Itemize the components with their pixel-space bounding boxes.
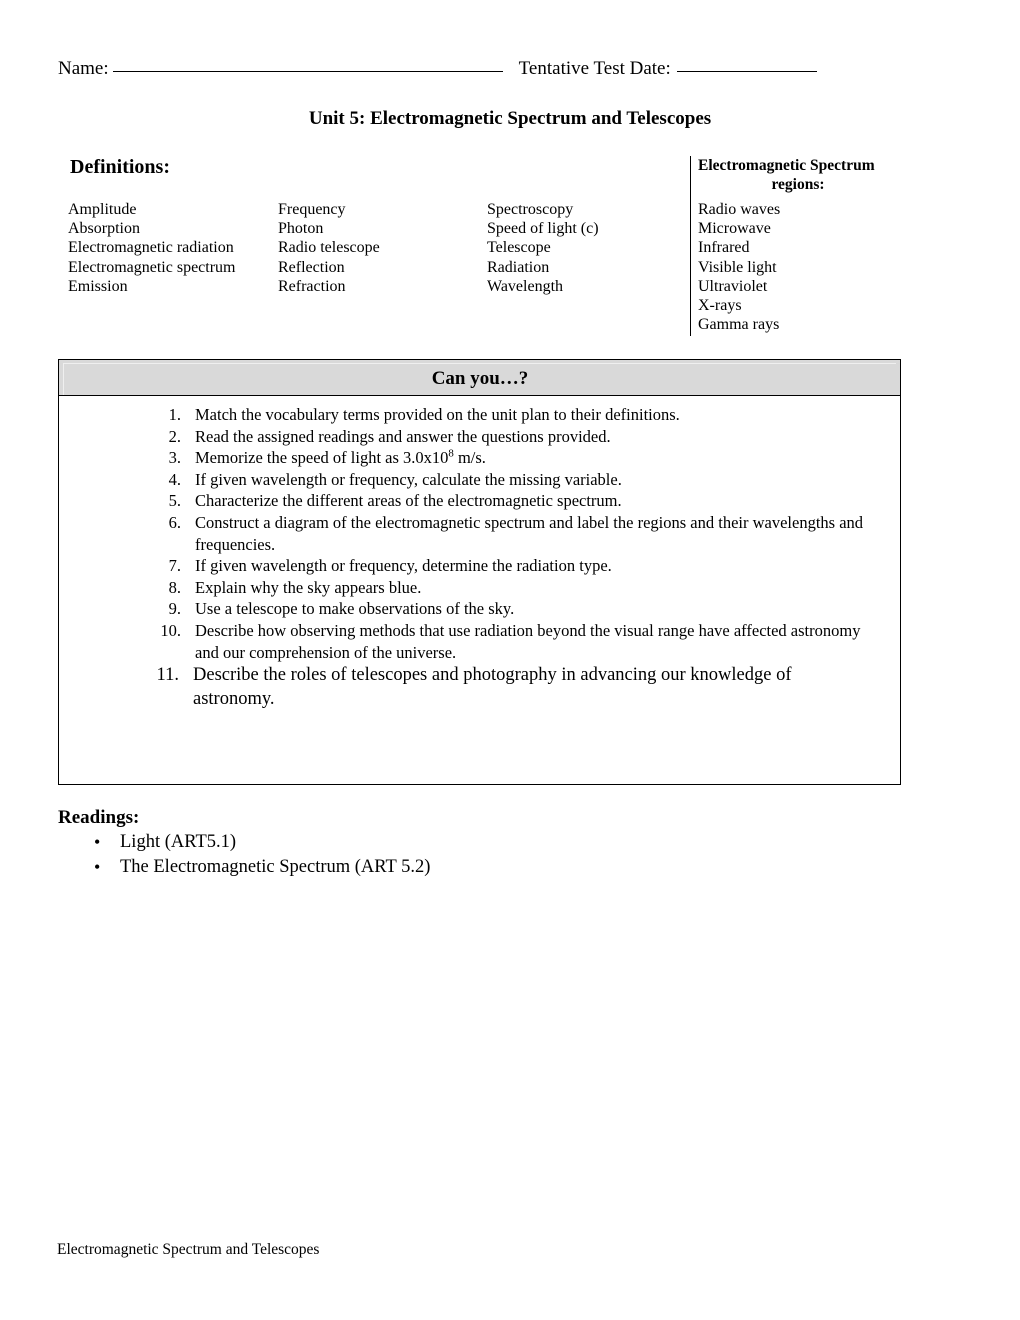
definition-term: Electromagnetic spectrum xyxy=(68,258,236,276)
can-you-box: Can you…? 1. Match the vocabulary terms … xyxy=(58,359,901,785)
definition-term: Speed of light (c) xyxy=(487,220,599,238)
task-text: Construct a diagram of the electromagnet… xyxy=(195,512,864,554)
definition-term: Wavelength xyxy=(487,277,564,295)
task-number: 11. xyxy=(156,665,179,686)
definition-term: Electromagnetic radiation xyxy=(68,239,234,257)
name-and-date-row: Name: Tentative Test Date: xyxy=(58,58,918,80)
can-you-title: Can you…? xyxy=(431,367,529,389)
task-number: 4. xyxy=(168,469,181,489)
task-text: Match the vocabulary terms provided on t… xyxy=(195,405,680,424)
list-item: • The Electromagnetic Spectrum (ART 5.2) xyxy=(58,855,658,880)
em-regions-heading-line2: regions: xyxy=(771,175,825,193)
reading-label: The Electromagnetic Spectrum (ART 5.2) xyxy=(120,856,431,877)
definition-term: Telescope xyxy=(487,239,551,257)
task-item: 7. If given wavelength or frequency, det… xyxy=(59,555,900,577)
task-number: 3. xyxy=(168,448,181,468)
definition-term: Reflection xyxy=(278,258,345,276)
can-you-header: Can you…? xyxy=(59,360,900,396)
task-number: 10. xyxy=(160,620,181,640)
definition-term: Refraction xyxy=(278,277,346,295)
em-region-item: Infrared xyxy=(698,239,750,257)
definition-term: Amplitude xyxy=(68,201,137,218)
task-text-before: Memorize the speed of light as 3.0x10 xyxy=(195,448,449,468)
bullet-icon: • xyxy=(94,832,101,852)
em-region-item: Gamma rays xyxy=(698,316,780,334)
task-item: 6. Construct a diagram of the electromag… xyxy=(59,512,900,555)
definitions-heading: Definitions: xyxy=(70,156,170,178)
task-item: 11. Describe the roles of telescopes and… xyxy=(59,663,900,711)
em-region-item: Ultraviolet xyxy=(698,277,768,295)
task-text: Describe the roles of telescopes and pho… xyxy=(193,665,792,710)
task-text: Describe how observing methods that use … xyxy=(195,620,861,662)
task-text: Read the assigned readings and answer th… xyxy=(195,426,611,446)
readings-heading: Readings: xyxy=(58,807,140,828)
readings-list: • Light (ART5.1) • The Electromagnetic S… xyxy=(58,830,658,879)
test-date-blank-line[interactable] xyxy=(676,71,817,72)
definition-term: Spectroscopy xyxy=(487,201,574,218)
task-text: If given wavelength or frequency, determ… xyxy=(195,556,612,576)
task-item: 5. Characterize the different areas of t… xyxy=(59,490,900,512)
task-item: 8. Explain why the sky appears blue. xyxy=(59,577,900,599)
task-item: 9. Use a telescope to make observations … xyxy=(59,598,900,620)
can-you-header-inner: Can you…? xyxy=(63,363,896,395)
definition-term: Photon xyxy=(278,220,324,238)
bullet-icon: • xyxy=(94,856,101,877)
task-number: 8. xyxy=(168,577,181,597)
test-date-label: Tentative Test Date: xyxy=(518,58,671,79)
task-number: 9. xyxy=(168,599,181,619)
list-item: • Light (ART5.1) xyxy=(58,830,658,855)
em-region-item: X-rays xyxy=(698,297,742,315)
em-region-item: Microwave xyxy=(698,220,771,238)
definition-term: Radio telescope xyxy=(278,239,380,257)
task-text-after: m/s. xyxy=(453,448,486,468)
task-number: 1. xyxy=(168,405,181,424)
task-item: 2. Read the assigned readings and answer… xyxy=(59,426,900,448)
name-blank-line[interactable] xyxy=(112,71,503,72)
task-number: 7. xyxy=(168,556,181,576)
task-text: Explain why the sky appears blue. xyxy=(195,577,422,597)
em-region-item: Radio waves xyxy=(698,201,781,218)
definition-term: Absorption xyxy=(68,220,140,238)
document-page: Name: Tentative Test Date: Unit 5: Electr… xyxy=(0,0,1020,1320)
definition-term: Frequency xyxy=(278,201,346,218)
definition-term: Emission xyxy=(68,277,128,295)
task-item: 3. Memorize the speed of light as 3.0x10… xyxy=(59,447,900,469)
task-item: 10. Describe how observing methods that … xyxy=(59,620,900,663)
task-text: If given wavelength or frequency, calcul… xyxy=(195,469,622,489)
task-item: 4. If given wavelength or frequency, cal… xyxy=(59,469,900,491)
task-number: 6. xyxy=(168,512,181,532)
reading-label: Light (ART5.1) xyxy=(120,832,237,852)
task-number: 5. xyxy=(168,491,181,511)
em-regions-heading: Electromagnetic Spectrum regions: xyxy=(698,157,898,194)
task-item: 1. Match the vocabulary terms provided o… xyxy=(59,404,900,426)
task-text: Use a telescope to make observations of … xyxy=(195,599,515,619)
task-number: 2. xyxy=(168,426,181,446)
name-label: Name: xyxy=(58,58,109,79)
page-title: Unit 5: Electromagnetic Spectrum and Tel… xyxy=(308,108,712,129)
em-region-item: Visible light xyxy=(698,258,777,276)
definition-term: Radiation xyxy=(487,258,550,276)
footer-text: Electromagnetic Spectrum and Telescopes xyxy=(57,1241,320,1258)
can-you-task-list: 1. Match the vocabulary terms provided o… xyxy=(59,396,900,711)
em-regions-heading-line1: Electromagnetic Spectrum xyxy=(698,157,875,174)
definitions-column-3: Spectroscopy Speed of light (c) Telescop… xyxy=(487,200,692,296)
definitions-column-1: Amplitude Absorption Electromagnetic rad… xyxy=(68,200,273,296)
definitions-column-2: Frequency Photon Radio telescope Reflect… xyxy=(278,200,483,296)
task-text: Characterize the different areas of the … xyxy=(195,491,622,511)
em-regions-column: Radio waves Microwave Infrared Visible l… xyxy=(698,200,908,334)
